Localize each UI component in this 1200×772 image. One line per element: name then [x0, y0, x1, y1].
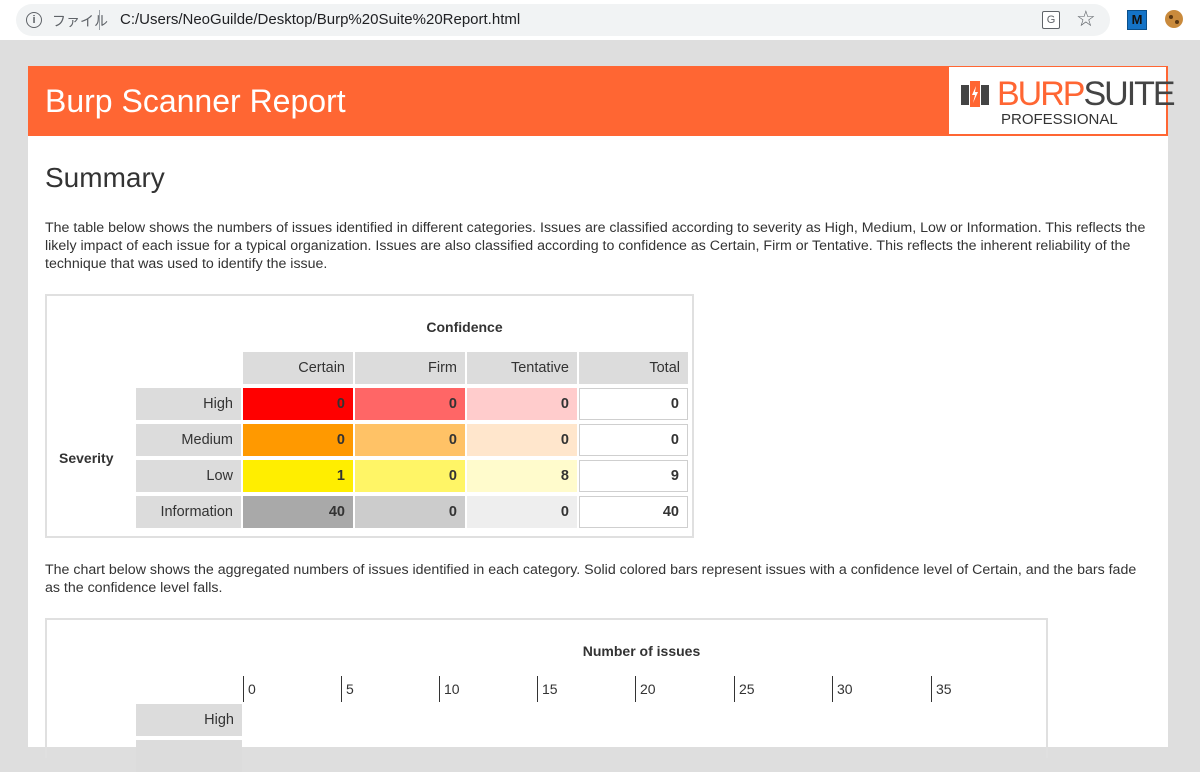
x-tick-label: 5 — [341, 676, 354, 702]
burp-suite-logo: BURPSUITE PROFESSIONAL — [948, 66, 1176, 135]
x-tick-label: 30 — [832, 676, 853, 702]
chart-title: Number of issues — [582, 643, 701, 659]
cell-low-tentative: 8 — [467, 460, 577, 492]
address-bar[interactable]: i ファイル C:/Users/NeoGuilde/Desktop/Burp%2… — [16, 4, 1110, 36]
col-header-total: Total — [579, 352, 688, 384]
x-tick-label: 15 — [537, 676, 558, 702]
cell-high-tentative: 0 — [467, 388, 577, 420]
logo-burp-text: BURP — [997, 75, 1085, 113]
translate-icon[interactable]: G — [1042, 11, 1060, 29]
cell-information-tentative: 0 — [467, 496, 577, 528]
url-text[interactable]: C:/Users/NeoGuilde/Desktop/Burp%20Suite%… — [120, 11, 520, 28]
logo-wordmark: BURPSUITE — [997, 74, 1176, 114]
cell-low-firm: 0 — [355, 460, 465, 492]
x-tick-label: 35 — [931, 676, 952, 702]
cell-low-certain: 1 — [243, 460, 353, 492]
report-banner: Burp Scanner Report BURPSUITE PROFESSION… — [28, 66, 1176, 136]
summary-intro-text: The table below shows the numbers of iss… — [45, 220, 1146, 272]
cell-low-total: 9 — [579, 460, 688, 492]
cell-medium-certain: 0 — [243, 424, 353, 456]
info-icon[interactable]: i — [26, 12, 42, 28]
issues-summary-table: Confidence Severity Certain Firm Tentati… — [45, 294, 694, 538]
cell-information-certain: 40 — [243, 496, 353, 528]
logo-suite-text: SUITE — [1083, 75, 1175, 113]
cell-high-total: 0 — [579, 388, 688, 420]
cell-medium-tentative: 0 — [467, 424, 577, 456]
extension-m-icon[interactable]: M — [1127, 10, 1147, 30]
x-tick-label: 0 — [243, 676, 256, 702]
col-header-certain: Certain — [243, 352, 353, 384]
cell-high-certain: 0 — [243, 388, 353, 420]
row-header-high: High — [136, 388, 241, 420]
severity-header: Severity — [59, 450, 114, 466]
row-header-medium: Medium — [136, 424, 241, 456]
summary-heading: Summary — [45, 162, 165, 193]
x-tick-label: 10 — [439, 676, 460, 702]
report-page: Burp Scanner Report BURPSUITE PROFESSION… — [28, 66, 1176, 772]
cookie-extension-icon[interactable] — [1165, 10, 1183, 28]
browser-toolbar: i ファイル C:/Users/NeoGuilde/Desktop/Burp%2… — [0, 0, 1200, 40]
x-tick-label: 25 — [734, 676, 755, 702]
chart-row-label-next — [136, 740, 242, 772]
row-header-information: Information — [136, 496, 241, 528]
address-separator — [99, 10, 100, 30]
issues-bar-chart: Number of issues 0 5 10 15 20 25 30 35 H… — [45, 618, 1048, 772]
bookmark-star-icon[interactable]: ☆ — [1076, 6, 1096, 32]
confidence-header: Confidence — [426, 319, 503, 335]
logo-edition: PROFESSIONAL — [1001, 111, 1118, 128]
cell-information-total: 40 — [579, 496, 688, 528]
chart-row-label-high: High — [136, 704, 242, 736]
burp-logo-icon — [961, 81, 989, 107]
col-header-tentative: Tentative — [467, 352, 577, 384]
chart-intro-text: The chart below shows the aggregated num… — [45, 562, 1137, 596]
x-tick-label: 20 — [635, 676, 656, 702]
report-title: Burp Scanner Report — [45, 83, 346, 119]
cell-information-firm: 0 — [355, 496, 465, 528]
col-header-firm: Firm — [355, 352, 465, 384]
cell-high-firm: 0 — [355, 388, 465, 420]
cell-medium-total: 0 — [579, 424, 688, 456]
cell-medium-firm: 0 — [355, 424, 465, 456]
row-header-low: Low — [136, 460, 241, 492]
